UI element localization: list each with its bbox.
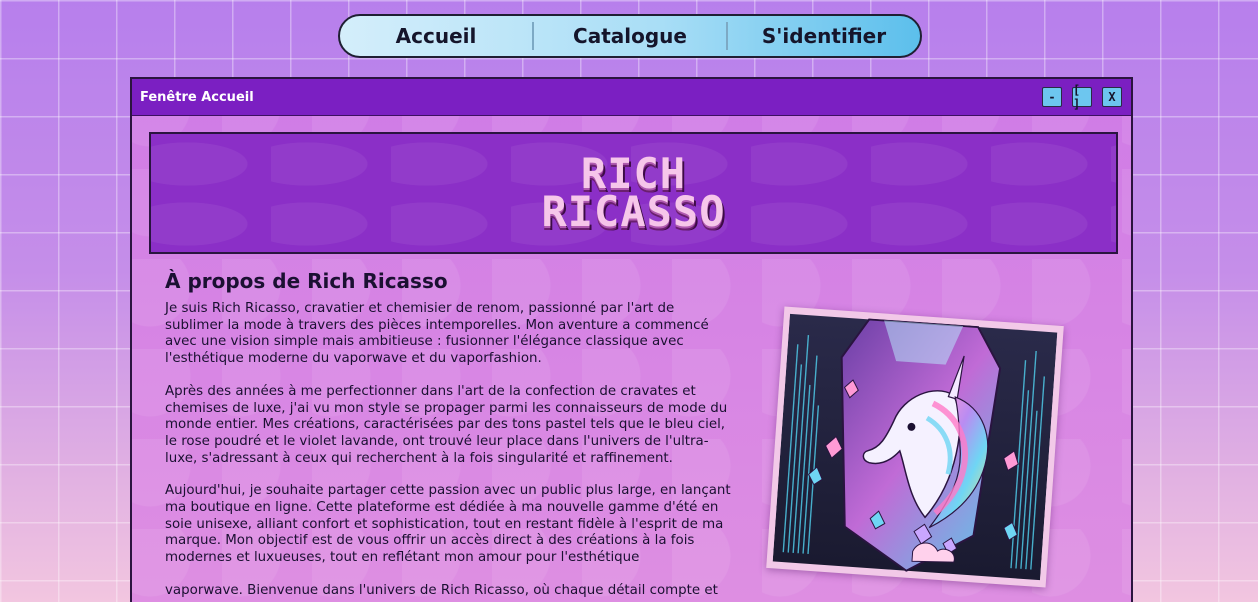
nav-accueil[interactable]: Accueil (340, 22, 532, 50)
nav-catalogue[interactable]: Catalogue (532, 22, 726, 50)
maximize-button[interactable]: [ ] (1072, 83, 1092, 111)
about-paragraph-3: Aujourd'hui, je souhaite partager cette … (165, 483, 731, 566)
minimize-button[interactable]: - (1042, 87, 1062, 107)
about-section: À propos de Rich Ricasso Je suis Rich Ri… (165, 269, 735, 602)
about-paragraph-1: Je suis Rich Ricasso, cravatier et chemi… (165, 301, 709, 367)
nav-sidentifier[interactable]: S'identifier (726, 22, 920, 50)
unicorn-tie-artwork (766, 306, 1064, 588)
close-button[interactable]: X (1102, 87, 1122, 107)
about-paragraph-4: vaporwave. Bienvenue dans l'univers de R… (165, 582, 718, 598)
about-heading: À propos de Rich Ricasso (165, 269, 448, 293)
home-window: Fenêtre Accueil - [ ] X RICH RICASSO À p… (130, 77, 1133, 602)
window-title: Fenêtre Accueil (140, 89, 254, 105)
window-titlebar[interactable]: Fenêtre Accueil - [ ] X (132, 79, 1131, 116)
brand-logo: RICH RICASSO (541, 153, 726, 236)
top-nav: Accueil Catalogue S'identifier (338, 14, 922, 58)
unicorn-tie-icon (772, 313, 1058, 581)
brand-banner: RICH RICASSO (149, 132, 1118, 254)
about-paragraph-2: Après des années à me perfectionner dans… (165, 383, 728, 466)
logo-line-2: RICASSO (541, 187, 726, 236)
